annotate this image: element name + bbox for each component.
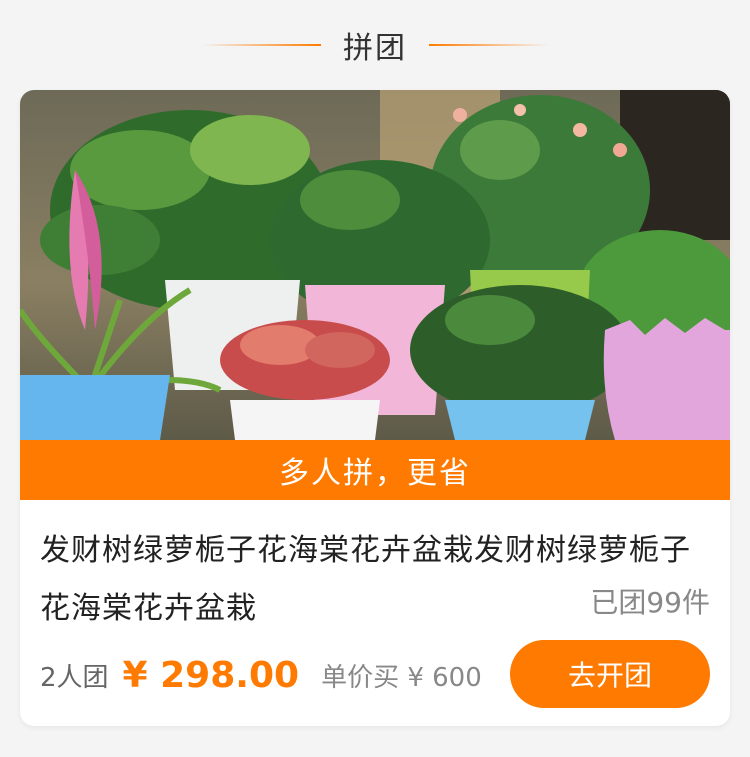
promo-banner: 多人拼，更省: [20, 440, 730, 500]
section-title: 拼团: [343, 31, 407, 66]
product-photo: [20, 90, 730, 440]
price-row: 2人团 ¥ 298.00 单价买 ¥ 600: [40, 642, 482, 708]
header-divider-right: [429, 44, 549, 46]
sold-count: 已团99件: [590, 586, 710, 619]
product-image[interactable]: [20, 90, 730, 440]
single-price: 单价买 ¥ 600: [321, 662, 482, 693]
group-size-label: 2人团: [40, 662, 109, 693]
open-group-button[interactable]: 去开团: [510, 640, 710, 708]
header-divider-left: [201, 44, 321, 46]
group-price: ¥ 298.00: [122, 654, 300, 696]
product-card[interactable]: 多人拼，更省 发财树绿萝栀子花海棠花卉盆栽发财树绿萝栀子花海棠花卉盆栽 已团99…: [20, 90, 730, 726]
section-header: 拼团: [0, 0, 750, 90]
